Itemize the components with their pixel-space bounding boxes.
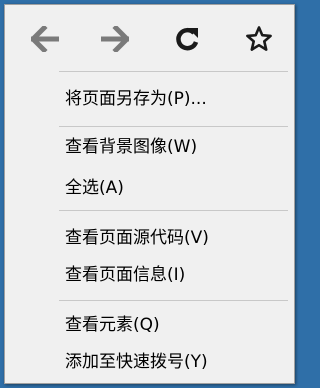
star-icon	[246, 26, 272, 51]
back-button[interactable]	[27, 23, 63, 55]
menu-item-inspect-element[interactable]: 查看元素(Q)	[7, 310, 292, 340]
bookmark-button[interactable]	[241, 23, 277, 55]
arrow-right-icon	[101, 26, 129, 52]
menu-item-view-page-info[interactable]: 查看页面信息(I)	[7, 260, 292, 290]
forward-button[interactable]	[97, 23, 133, 55]
menu-separator	[59, 71, 288, 72]
arrow-left-icon	[31, 26, 59, 52]
menu-separator	[59, 300, 288, 301]
menu-item-view-background-image[interactable]: 查看背景图像(W)	[7, 132, 292, 162]
navigation-row	[5, 5, 294, 71]
menu-separator	[59, 126, 288, 127]
reload-icon	[176, 27, 199, 51]
menu-separator	[59, 210, 288, 211]
menu-item-select-all[interactable]: 全选(A)	[7, 173, 292, 203]
menu-item-add-to-speed-dial[interactable]: 添加至快速拨号(Y)	[7, 347, 292, 377]
menu-item-view-page-source[interactable]: 查看页面源代码(V)	[7, 223, 292, 253]
reload-button[interactable]	[169, 23, 205, 55]
menu-item-save-page-as[interactable]: 将页面另存为(P)...	[7, 84, 292, 114]
context-menu: 将页面另存为(P)... 查看背景图像(W) 全选(A) 查看页面源代码(V) …	[4, 4, 295, 384]
